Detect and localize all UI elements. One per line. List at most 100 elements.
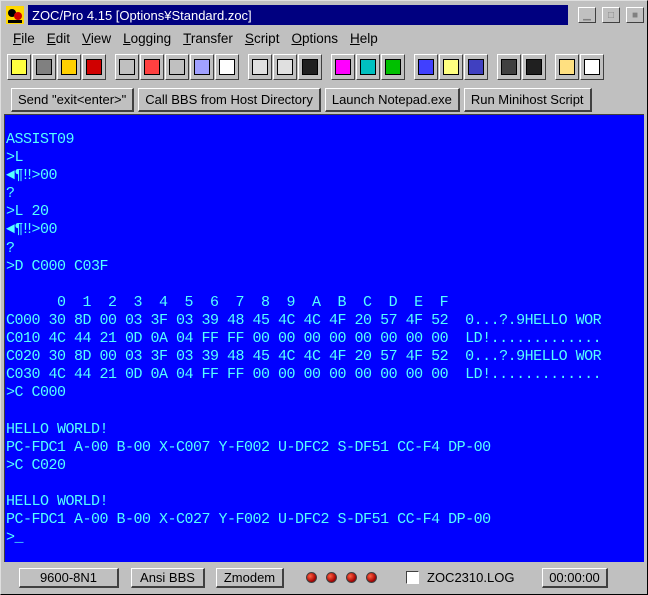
maximize-button[interactable]: □: [602, 7, 620, 23]
terminal-window-icon: [526, 59, 542, 75]
abort-transfer-button[interactable]: [381, 54, 405, 80]
terminal-line: ?: [6, 185, 15, 203]
copy-button[interactable]: [215, 54, 239, 80]
options-button[interactable]: [580, 54, 604, 80]
menu-mnemonic: L: [123, 30, 131, 46]
call-bbs-button[interactable]: Call BBS from Host Directory: [138, 88, 321, 112]
led-indicator: [366, 572, 377, 583]
save-session-icon: [61, 59, 77, 75]
menu-edit[interactable]: Edit: [41, 31, 76, 46]
status-bar: 9600-8N1 Ansi BBS Zmodem ZOC2310.LOG 00:…: [1, 563, 647, 593]
terminal-line: HELLO WORLD!: [6, 492, 109, 510]
terminal-line: C020 30 8D 00 03 3F 03 39 48 45 4C 4C 4F…: [6, 348, 602, 366]
menu-file[interactable]: File: [7, 31, 41, 46]
terminal-line: >D C000 C03F: [6, 257, 109, 275]
notepad-button[interactable]: [7, 54, 31, 80]
log-file-label: ZOC2310.LOG: [427, 570, 515, 585]
menu-script[interactable]: Script: [239, 31, 286, 46]
options-icon: [584, 59, 600, 75]
title-bar[interactable]: ZOC/Pro 4.15 [Options¥Standard.zoc] ▁ □ …: [4, 4, 644, 26]
emulation-field[interactable]: Ansi BBS: [131, 568, 205, 588]
launch-notepad-button[interactable]: Launch Notepad.exe: [324, 88, 460, 112]
run-icon: [468, 59, 484, 75]
terminal-line: 0 1 2 3 4 5 6 7 8 9 A B C D E F: [6, 293, 449, 311]
clear-button[interactable]: [140, 54, 164, 80]
print-icon: [194, 59, 210, 75]
menu-mnemonic: S: [244, 30, 254, 46]
terminal-window-button[interactable]: [522, 54, 546, 80]
run-button[interactable]: [464, 54, 488, 80]
minimize-button[interactable]: ▁: [578, 7, 596, 23]
menu-view[interactable]: View: [76, 31, 117, 46]
button-bar: Send "exit<enter>" Call BBS from Host Di…: [11, 87, 592, 113]
menu-mnemonic: E: [46, 30, 56, 46]
minimize-icon: ▁: [583, 9, 591, 21]
printer-button[interactable]: [497, 54, 521, 80]
terminal-icon: [302, 59, 318, 75]
window-title-text: ZOC/Pro 4.15 [Options¥Standard.zoc]: [32, 7, 252, 23]
terminal-line: >L 20: [6, 203, 49, 221]
download-icon: [277, 59, 293, 75]
terminal-button[interactable]: [298, 54, 322, 80]
menu-mnemonic: T: [183, 30, 191, 46]
terminal-line: PC-FDC1 A-00 B-00 X-C027 Y-F002 U-DFC2 S…: [6, 510, 491, 528]
menu-bar: File Edit View Logging Transfer Script Options…: [7, 28, 384, 48]
zoc-app-icon[interactable]: [4, 4, 26, 26]
copy-icon: [219, 59, 235, 75]
led-indicator: [306, 572, 317, 583]
search-button[interactable]: [165, 54, 189, 80]
menu-options[interactable]: Options: [285, 31, 344, 46]
terminal-line: HELLO WORLD!: [6, 420, 109, 438]
send-exit-button[interactable]: Send "exit<enter>": [11, 88, 135, 112]
terminal-line: ◄¶‼>00: [6, 167, 58, 185]
menu-label-rest: ile: [21, 30, 35, 46]
terminal-line: ?: [6, 239, 15, 257]
menu-label-rest: ransfer: [190, 30, 233, 46]
terminal-line: C010 4C 44 21 0D 0A 04 FF FF 00 00 00 00…: [6, 330, 602, 348]
edit-script-button[interactable]: [555, 54, 579, 80]
find-icon: [119, 59, 135, 75]
protocol-field[interactable]: Zmodem: [216, 568, 284, 588]
menu-mnemonic: F: [13, 30, 22, 46]
host-directory-button[interactable]: [414, 54, 438, 80]
address-book-button[interactable]: [32, 54, 56, 80]
find-button[interactable]: [115, 54, 139, 80]
menu-label-rest: elp: [359, 30, 378, 46]
terminal-line: C030 4C 44 21 0D 0A 04 FF FF 00 00 00 00…: [6, 366, 602, 384]
edit-button[interactable]: [439, 54, 463, 80]
menu-mnemonic: O: [291, 30, 302, 46]
baud-rate-field[interactable]: 9600-8N1: [19, 568, 119, 588]
menu-label-rest: ogging: [130, 30, 172, 46]
menu-label-rest: cript: [253, 30, 280, 46]
terminal-screen[interactable]: ASSIST09 >L ◄¶‼>00? >L 20 ◄¶‼>00? >D C000 C03…: [4, 114, 644, 562]
address-book-icon: [36, 59, 52, 75]
print-button[interactable]: [190, 54, 214, 80]
disk-send-button[interactable]: [331, 54, 355, 80]
menu-help[interactable]: Help: [344, 31, 384, 46]
disk-receive-icon: [360, 59, 376, 75]
logging-checkbox[interactable]: [406, 571, 419, 584]
save-session-button[interactable]: [57, 54, 81, 80]
terminal-line: >C C000: [6, 384, 66, 402]
alert-button[interactable]: [82, 54, 106, 80]
host-directory-icon: [418, 59, 434, 75]
run-minihost-button[interactable]: Run Minihost Script: [463, 88, 592, 112]
download-button[interactable]: [273, 54, 297, 80]
toolbar: [7, 51, 643, 83]
menu-logging[interactable]: Logging: [117, 31, 177, 46]
window-title: ZOC/Pro 4.15 [Options¥Standard.zoc]: [28, 5, 568, 25]
upload-button[interactable]: [248, 54, 272, 80]
menu-mnemonic: H: [350, 30, 360, 46]
terminal-output: ASSIST09 >L ◄¶‼>00? >L 20 ◄¶‼>00? >D C000 C03…: [6, 131, 602, 547]
menu-transfer[interactable]: Transfer: [177, 31, 239, 46]
close-button[interactable]: ■: [626, 7, 644, 23]
terminal-line: >L: [6, 149, 24, 167]
abort-transfer-icon: [385, 59, 401, 75]
disk-receive-button[interactable]: [356, 54, 380, 80]
menu-mnemonic: V: [82, 30, 91, 46]
disk-send-icon: [335, 59, 351, 75]
menu-label-rest: iew: [90, 30, 112, 46]
upload-icon: [252, 59, 268, 75]
